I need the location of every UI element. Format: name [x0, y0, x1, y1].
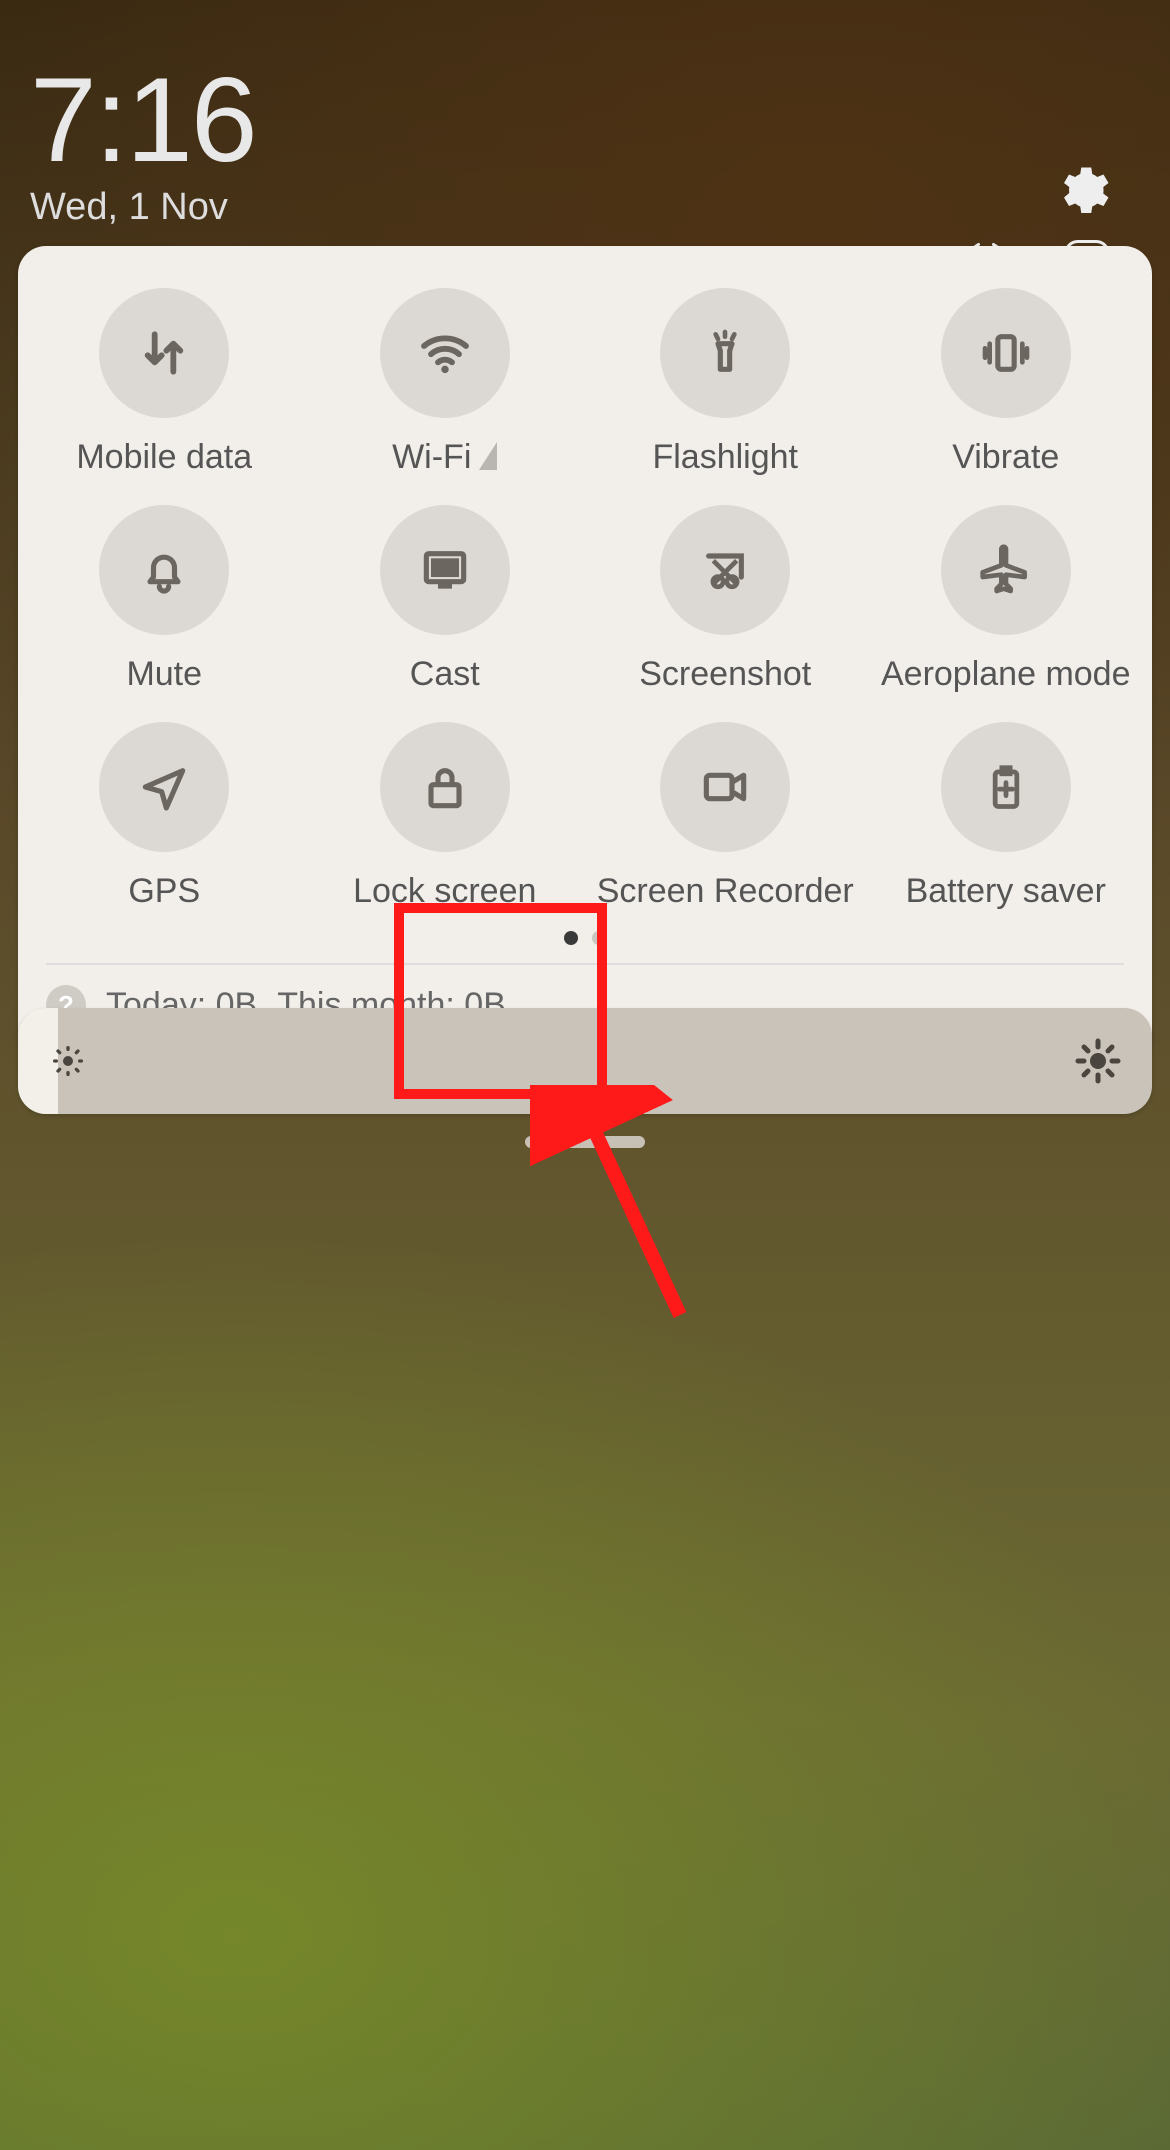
- screenshot-icon: [697, 542, 753, 598]
- tile-label: Aeroplane mode: [881, 655, 1131, 694]
- tile-label: Wi-Fi: [392, 438, 497, 477]
- tile-flashlight[interactable]: Flashlight: [585, 272, 866, 489]
- tile-wifi[interactable]: Wi-Fi: [305, 272, 586, 489]
- tile-cast[interactable]: Cast: [305, 489, 586, 706]
- tile-label: Vibrate: [952, 438, 1059, 477]
- mobile-data-icon: [136, 325, 192, 381]
- video-camera-icon: [696, 759, 754, 815]
- status-bar: 7:16 Wed, 1 Nov 70: [30, 60, 1140, 229]
- tile-label: Mute: [126, 655, 202, 694]
- clock-date: Wed, 1 Nov: [30, 186, 1140, 229]
- bell-icon: [136, 542, 192, 598]
- tile-mobile-data[interactable]: Mobile data: [24, 272, 305, 489]
- tile-screenshot[interactable]: Screenshot: [585, 489, 866, 706]
- brightness-low-icon: [48, 1041, 88, 1081]
- page-dot-1: [564, 931, 578, 945]
- tile-label: Flashlight: [652, 438, 798, 477]
- flashlight-icon: [697, 325, 753, 381]
- wifi-icon: [417, 325, 473, 381]
- tile-label: GPS: [128, 872, 200, 911]
- wifi-signal-icon: [479, 442, 497, 470]
- brightness-high-icon: [1074, 1037, 1122, 1085]
- settings-button[interactable]: [1050, 160, 1110, 220]
- page-indicator[interactable]: [24, 923, 1146, 963]
- tile-screen-recorder[interactable]: Screen Recorder: [585, 706, 866, 923]
- cast-icon: [417, 542, 473, 598]
- tile-gps[interactable]: GPS: [24, 706, 305, 923]
- battery-plus-icon: [980, 759, 1032, 815]
- tile-label: Battery saver: [906, 872, 1106, 911]
- tile-aeroplane-mode[interactable]: Aeroplane mode: [866, 489, 1147, 706]
- tile-vibrate[interactable]: Vibrate: [866, 272, 1147, 489]
- tile-label: Mobile data: [76, 438, 252, 477]
- tile-label: Screen Recorder: [597, 872, 854, 911]
- tile-label: Screenshot: [639, 655, 811, 694]
- gear-icon: [1050, 160, 1110, 220]
- tile-lock-screen[interactable]: Lock screen: [305, 706, 586, 923]
- page-dot-2: [592, 931, 606, 945]
- clock-time: 7:16: [30, 60, 1140, 180]
- tile-label: Lock screen: [353, 872, 536, 911]
- lock-icon: [417, 759, 473, 815]
- quick-settings-panel: Mobile data Wi-Fi Flashlight Vibrate Mut…: [18, 246, 1152, 1061]
- location-icon: [136, 759, 192, 815]
- brightness-slider[interactable]: [18, 1008, 1152, 1114]
- tile-label: Cast: [410, 655, 480, 694]
- airplane-icon: [978, 542, 1034, 598]
- panel-handle[interactable]: [525, 1136, 645, 1148]
- vibrate-icon: [975, 325, 1037, 381]
- tile-battery-saver[interactable]: Battery saver: [866, 706, 1147, 923]
- tile-mute[interactable]: Mute: [24, 489, 305, 706]
